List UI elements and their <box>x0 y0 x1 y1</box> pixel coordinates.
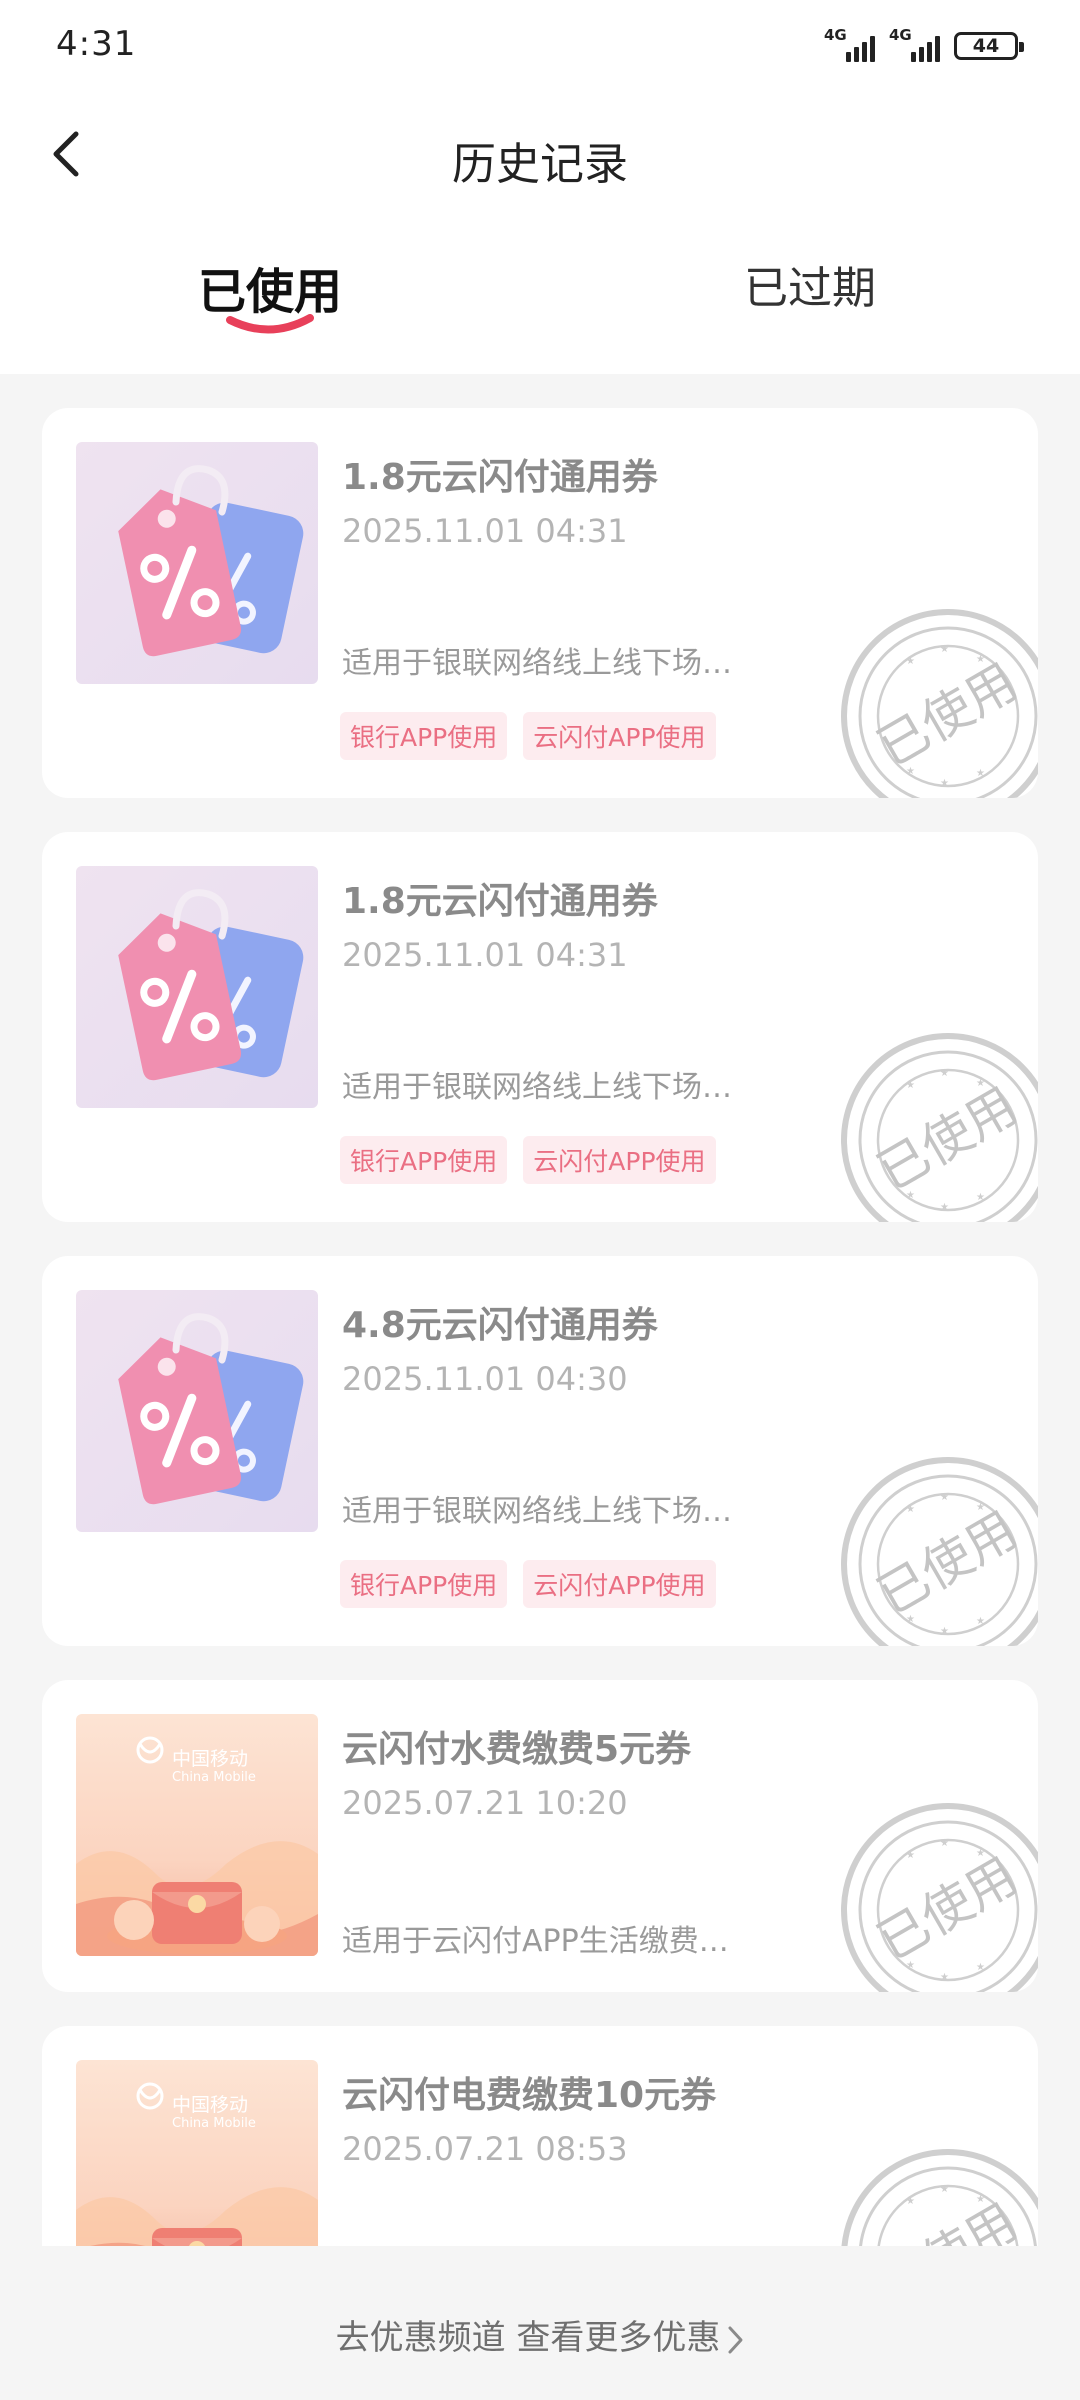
coupon-date: 2025.11.01 04:30 <box>342 1360 628 1398</box>
usage-tag: 云闪付APP使用 <box>523 1136 716 1184</box>
used-stamp-icon: 已使用 <box>836 2144 1038 2246</box>
coupon-card[interactable]: 1.8元云闪付通用券 2025.11.01 04:31 适用于银联网络线上线下场… <box>42 408 1038 798</box>
usage-tags: 银行APP使用 云闪付APP使用 <box>340 712 716 760</box>
china-mobile-logo: 中国移动 China Mobile <box>172 1748 256 1785</box>
coupon-description: 适用于云闪付APP生活缴费… <box>342 1924 729 1959</box>
used-stamp-icon: 已使用 <box>836 1452 1038 1646</box>
coupon-date: 2025.11.01 04:31 <box>342 512 628 550</box>
usage-tags: 银行APP使用 云闪付APP使用 <box>340 1136 716 1184</box>
signal-icon: 4G <box>824 26 875 62</box>
usage-tag: 云闪付APP使用 <box>523 712 716 760</box>
coupon-title: 云闪付电费缴费10元券 <box>342 2075 717 2116</box>
coupon-card[interactable]: 中国移动 China Mobile 云闪付水费缴费5元券 2025.07.21 … <box>42 1680 1038 1992</box>
network-type-label: 4G <box>824 26 847 44</box>
used-stamp-icon: 已使用 <box>836 1798 1038 1992</box>
chevron-right-icon <box>728 2326 743 2353</box>
coupon-description: 适用于银联网络线上线下场… <box>342 646 732 681</box>
china-mobile-banner: 中国移动 China Mobile <box>76 1714 318 1956</box>
coupon-card[interactable]: 4.8元云闪付通用券 2025.11.01 04:30 适用于银联网络线上线下场… <box>42 1256 1038 1646</box>
discount-tag-icon <box>76 442 318 684</box>
china-mobile-logo: 中国移动 China Mobile <box>172 2094 256 2131</box>
status-time: 4:31 <box>56 24 137 64</box>
coupon-card[interactable]: 中国移动 China Mobile 云闪付电费缴费10元券 2025.07.21… <box>42 2026 1038 2246</box>
coupon-date: 2025.11.01 04:31 <box>342 936 628 974</box>
discount-tag-icon <box>76 866 318 1108</box>
tab-used[interactable]: 已使用 <box>120 252 420 322</box>
coupon-card[interactable]: 1.8元云闪付通用券 2025.11.01 04:31 适用于银联网络线上线下场… <box>42 832 1038 1222</box>
coupon-title: 1.8元云闪付通用券 <box>342 457 658 498</box>
network-type-label: 4G <box>889 26 912 44</box>
used-stamp-icon: 已使用 <box>836 604 1038 798</box>
usage-tag: 银行APP使用 <box>340 712 508 760</box>
usage-tag: 银行APP使用 <box>340 1136 508 1184</box>
coupon-title: 4.8元云闪付通用券 <box>342 1305 658 1346</box>
battery-icon: 44 <box>954 32 1024 60</box>
header: 历史记录 已使用 已过期 <box>0 92 1080 374</box>
china-mobile-banner: 中国移动 China Mobile <box>76 2060 318 2246</box>
discount-tag-icon <box>76 1290 318 1532</box>
status-bar: 4:31 4G 4G 44 <box>0 0 1080 92</box>
footer: 去优惠频道 查看更多优惠 <box>0 2246 1080 2400</box>
used-stamp-icon: 已使用 <box>836 1028 1038 1222</box>
more-offers-label: 去优惠频道 查看更多优惠 <box>335 2318 721 2358</box>
status-icons: 4G 4G 44 <box>824 26 1024 66</box>
more-offers-link[interactable]: 去优惠频道 查看更多优惠 <box>0 2310 1080 2359</box>
coupon-title: 1.8元云闪付通用券 <box>342 881 658 922</box>
coupon-list[interactable]: 1.8元云闪付通用券 2025.11.01 04:31 适用于银联网络线上线下场… <box>42 408 1038 2246</box>
tab-expired[interactable]: 已过期 <box>660 252 960 316</box>
coupon-date: 2025.07.21 08:53 <box>342 2130 628 2168</box>
usage-tags: 银行APP使用 云闪付APP使用 <box>340 1560 716 1608</box>
signal-icon: 4G <box>889 26 940 62</box>
coupon-title: 云闪付水费缴费5元券 <box>342 1729 692 1770</box>
usage-tag: 云闪付APP使用 <box>523 1560 716 1608</box>
stamp-text: 已使用 <box>868 2193 1027 2246</box>
coupon-date: 2025.07.21 10:20 <box>342 1784 628 1822</box>
coupon-description: 适用于银联网络线上线下场… <box>342 1070 732 1105</box>
tab-indicator <box>226 314 314 334</box>
coupon-description: 适用于银联网络线上线下场… <box>342 1494 732 1529</box>
battery-level: 44 <box>972 35 1000 57</box>
page-title: 历史记录 <box>452 139 628 190</box>
usage-tag: 银行APP使用 <box>340 1560 508 1608</box>
